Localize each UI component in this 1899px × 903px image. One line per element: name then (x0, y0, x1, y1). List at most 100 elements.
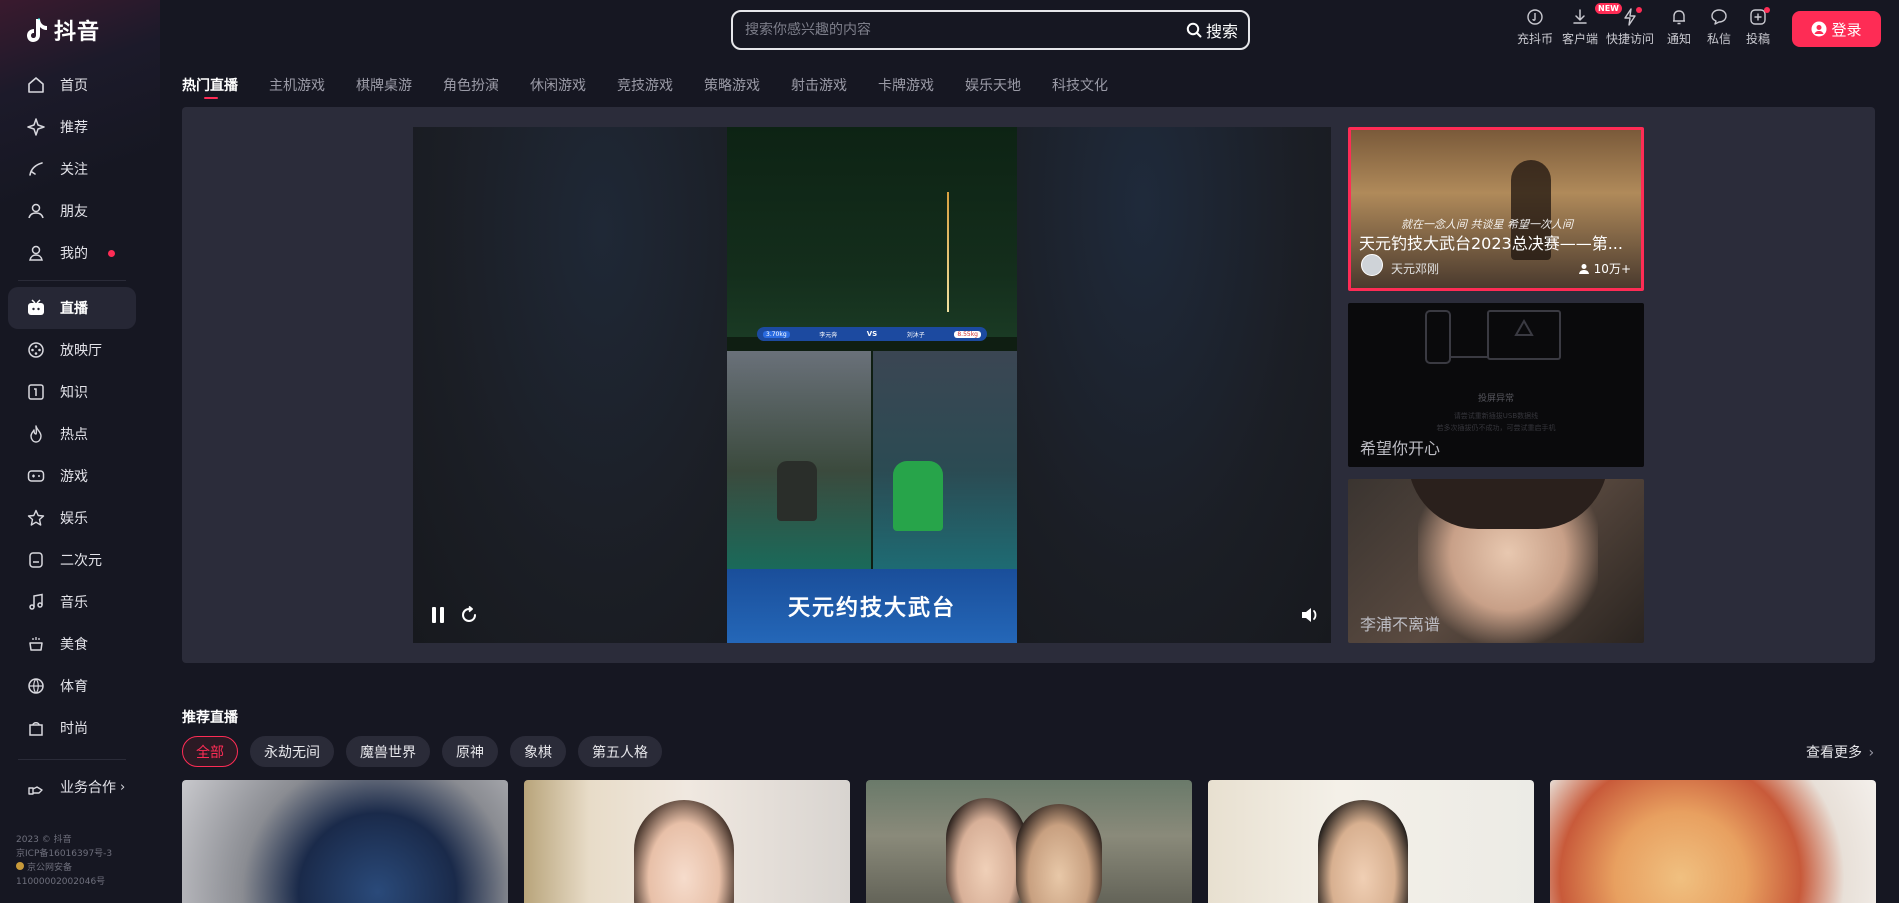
tab-hot-live[interactable]: 热门直播 (182, 75, 238, 99)
divider (18, 280, 126, 281)
knowledge-icon (26, 382, 46, 402)
sidebar-item-label: 娱乐 (60, 511, 88, 527)
icp-license[interactable]: 京ICP备16016397号-3 (16, 847, 112, 861)
tab-tech-culture[interactable]: 科技文化 (1052, 75, 1108, 95)
footer-info: 2023 © 抖音 京ICP备16016397号-3 京公网安备 1100000… (16, 833, 112, 889)
chip-all[interactable]: 全部 (182, 736, 238, 767)
user-avatar-icon (1811, 21, 1827, 37)
chip-chess[interactable]: 象棋 (510, 736, 566, 767)
sidebar-item-label: 推荐 (60, 120, 88, 136)
chip-identity-v[interactable]: 第五人格 (578, 736, 662, 767)
tab-card-games[interactable]: 卡牌游戏 (878, 75, 934, 95)
sidebar-item-cinema[interactable]: 放映厅 (8, 329, 136, 371)
tab-strategy-games[interactable]: 策略游戏 (704, 75, 760, 95)
sidebar-item-friends[interactable]: 朋友 (8, 190, 136, 232)
gamepad-icon (26, 466, 46, 486)
sidebar-item-food[interactable]: 美食 (8, 623, 136, 665)
sidebar-item-label: 热点 (60, 427, 88, 443)
pause-button[interactable] (430, 606, 446, 628)
fashion-icon (26, 718, 46, 738)
police-record[interactable]: 京公网安备 (16, 861, 112, 875)
live-card[interactable] (1550, 780, 1876, 903)
error-hint: 请尝试重新插拔USB数据线 (1453, 412, 1539, 420)
chevron-right-icon: › (120, 779, 126, 795)
category-tabs: 热门直播 主机游戏 棋牌桌游 角色扮演 休闲游戏 竞技游戏 策略游戏 射击游戏 … (182, 75, 1139, 99)
sidebar-item-label: 我的 (60, 246, 88, 262)
fishing-water-view (727, 127, 1017, 337)
bell-icon (1673, 10, 1685, 25)
sidebar-item-business[interactable]: 业务合作 › (8, 766, 136, 808)
flame-icon (26, 424, 46, 444)
sidebar-item-home[interactable]: 首页 (8, 64, 136, 106)
sidebar-item-label: 时尚 (60, 721, 88, 737)
live-room-card[interactable]: 投屏异常 请尝试重新插拔USB数据线 若多次插拔仍不成功，可尝试重启手机 希望你… (1348, 303, 1644, 467)
score-bar: 3.70kg 李元奔 VS 刘沐子 8.55kg (757, 327, 987, 341)
sidebar-item-entertainment[interactable]: 娱乐 (8, 497, 136, 539)
sidebar-item-anime[interactable]: 二次元 (8, 539, 136, 581)
tab-console-games[interactable]: 主机游戏 (269, 75, 325, 95)
volume-button[interactable] (1300, 606, 1320, 628)
recharge-button[interactable]: 充抖币 (1512, 6, 1558, 47)
sidebar-item-me[interactable]: 我的 (8, 232, 136, 274)
search-bar: 搜索 (731, 10, 1250, 50)
action-label: 投稿 (1745, 32, 1770, 46)
tab-competitive-games[interactable]: 竞技游戏 (617, 75, 673, 95)
chip-wow[interactable]: 魔兽世界 (346, 736, 430, 767)
sidebar-item-music[interactable]: 音乐 (8, 581, 136, 623)
event-banner: 天元约技大武台 (727, 569, 1017, 643)
business-icon (26, 777, 46, 797)
sidebar-item-label: 直播 (60, 301, 88, 317)
see-more-link[interactable]: 查看更多 › (1806, 742, 1874, 762)
login-button[interactable]: 登录 (1792, 11, 1881, 47)
refresh-icon (461, 605, 476, 623)
chip-genshin[interactable]: 原神 (442, 736, 498, 767)
police-badge-icon (16, 862, 24, 870)
tab-board-games[interactable]: 棋牌桌游 (356, 75, 412, 95)
notification-button[interactable]: 通知 (1658, 6, 1700, 47)
music-icon (26, 592, 46, 612)
chip-naraka[interactable]: 永劫无间 (250, 736, 334, 767)
recommend-cards (182, 780, 1876, 903)
tab-entertainment[interactable]: 娱乐天地 (965, 75, 1021, 95)
sidebar-item-sports[interactable]: 体育 (8, 665, 136, 707)
tab-casual-games[interactable]: 休闲游戏 (530, 75, 586, 95)
search-input[interactable] (745, 22, 1186, 38)
sidebar-item-hot[interactable]: 热点 (8, 413, 136, 455)
douyin-logo-icon (27, 18, 47, 42)
quick-access-button[interactable]: 快捷访问 (1602, 6, 1658, 47)
user-icon (26, 243, 46, 263)
error-hint: 若多次插拔仍不成功，可尝试重启手机 (1436, 424, 1556, 432)
sports-icon (26, 676, 46, 696)
logo[interactable]: 抖音 (26, 14, 100, 46)
refresh-button[interactable] (460, 605, 478, 628)
live-card[interactable] (866, 780, 1192, 903)
sidebar-item-recommend[interactable]: 推荐 (8, 106, 136, 148)
message-button[interactable]: 私信 (1700, 6, 1738, 47)
sidebar-item-fashion[interactable]: 时尚 (8, 707, 136, 749)
live-card[interactable] (1208, 780, 1534, 903)
live-room-card[interactable]: 就在一念人间 共谈星 希望一次人间 天元钓技大武台2023总决赛——第... 天… (1348, 127, 1644, 291)
volume-icon (1302, 608, 1317, 622)
live-card[interactable] (524, 780, 850, 903)
live-card[interactable] (182, 780, 508, 903)
message-icon (1711, 9, 1727, 25)
sidebar-item-game[interactable]: 游戏 (8, 455, 136, 497)
sidebar-item-label: 放映厅 (60, 343, 102, 359)
filter-chips: 全部 永劫无间 魔兽世界 原神 象棋 第五人格 (182, 736, 662, 767)
friends-icon (26, 201, 46, 221)
sidebar-item-follow[interactable]: 关注 (8, 148, 136, 190)
upload-button[interactable]: 投稿 (1738, 6, 1778, 47)
sidebar-item-live[interactable]: 直播 (8, 287, 136, 329)
live-video-player[interactable]: 3.70kg 李元奔 VS 刘沐子 8.55kg 天元约技大武台 (413, 127, 1331, 643)
face-image (1318, 800, 1408, 903)
search-button[interactable]: 搜索 (1186, 18, 1248, 42)
download-icon (1573, 9, 1587, 24)
sidebar-item-knowledge[interactable]: 知识 (8, 371, 136, 413)
client-download-button[interactable]: NEW 客户端 (1558, 3, 1622, 47)
tab-rpg[interactable]: 角色扮演 (443, 75, 499, 95)
live-room-card[interactable]: 李浦不离谱 (1348, 479, 1644, 643)
search-icon (1186, 22, 1202, 38)
notification-dot (1636, 7, 1642, 13)
sparkle-icon (26, 117, 46, 137)
tab-shooter-games[interactable]: 射击游戏 (791, 75, 847, 95)
